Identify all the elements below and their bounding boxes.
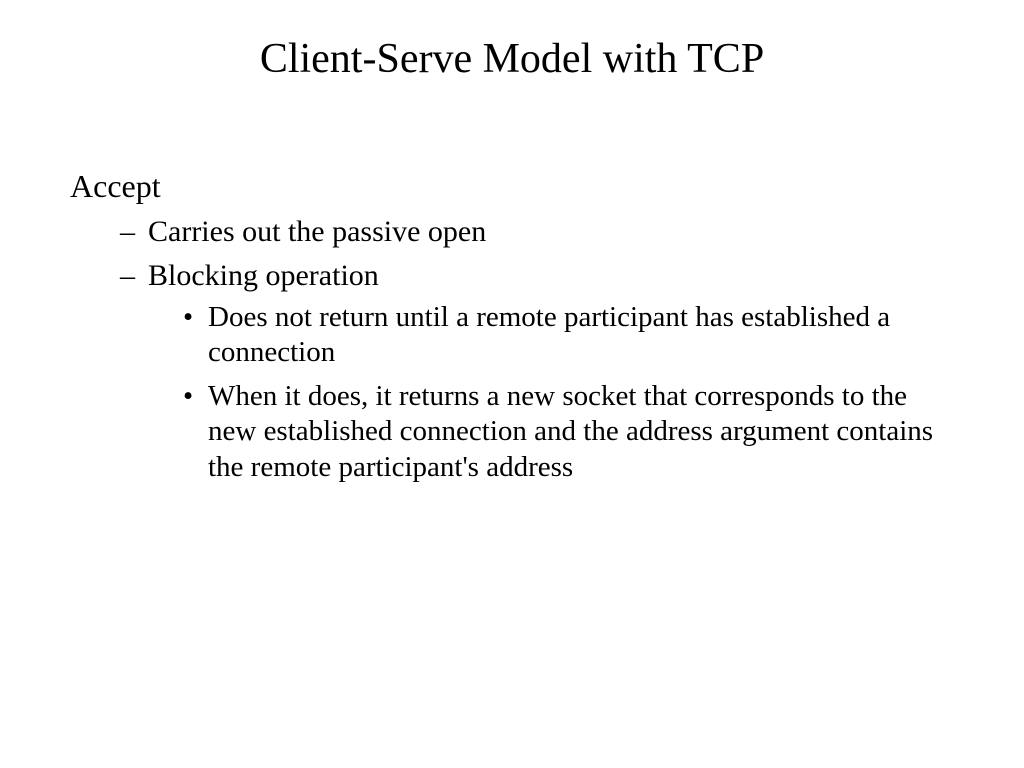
sub-bullet-text: Does not return until a remote participa… bbox=[208, 301, 890, 368]
bullet-text: Carries out the passive open bbox=[148, 215, 486, 248]
bullet-list-level1: Carries out the passive open Blocking op… bbox=[70, 213, 954, 485]
bullet-item: Blocking operation Does not return until… bbox=[120, 257, 954, 485]
slide-title: Client-Serve Model with TCP bbox=[70, 35, 954, 83]
bullet-text: Blocking operation bbox=[148, 259, 379, 292]
sub-bullet-text: When it does, it returns a new socket th… bbox=[208, 380, 933, 483]
bullet-item: Carries out the passive open bbox=[120, 213, 954, 251]
sub-bullet-item: Does not return until a remote participa… bbox=[183, 300, 954, 371]
slide-container: Client-Serve Model with TCP Accept Carri… bbox=[0, 0, 1024, 768]
sub-bullet-item: When it does, it returns a new socket th… bbox=[183, 379, 954, 485]
bullet-list-level2: Does not return until a remote participa… bbox=[148, 300, 954, 485]
section-heading: Accept bbox=[70, 168, 954, 205]
